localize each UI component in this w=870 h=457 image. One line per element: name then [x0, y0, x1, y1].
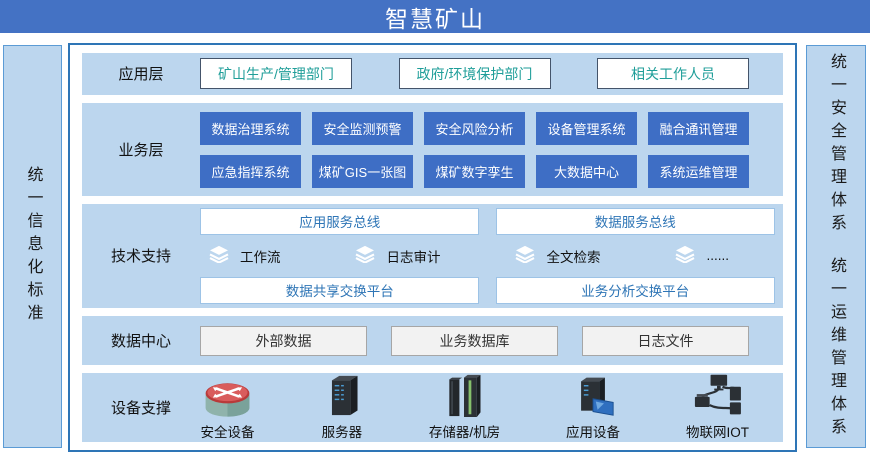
data-sharing-platform-box: 数据共享交换平台 — [200, 277, 479, 304]
external-data-box: 外部数据 — [200, 326, 367, 356]
business-btn-emergency-command: 应急指挥系统 — [200, 155, 301, 188]
tech-item-fulltext-search: 全文检索 — [514, 245, 600, 266]
application-layer-row: 应用层 矿山生产/管理部门 政府/环境保护部门 相关工作人员 — [82, 53, 783, 95]
title-banner: 智慧矿山 — [0, 0, 870, 33]
tech-support-content: 应用服务总线 数据服务总线 工作流 日志审计 全文检索 ... — [200, 208, 775, 304]
business-btn-safety-monitoring: 安全监测预警 — [312, 112, 413, 145]
tech-middle-items: 工作流 日志审计 全文检索 ...... — [200, 244, 775, 268]
business-btn-device-management: 设备管理系统 — [536, 112, 637, 145]
page-title: 智慧矿山 — [385, 0, 485, 34]
tech-item-label: ...... — [706, 248, 729, 263]
data-center-boxes: 外部数据 业务数据库 日志文件 — [200, 326, 749, 356]
iot-network-icon — [691, 374, 743, 418]
equipment-item-iot: 物联网IOT — [686, 374, 749, 441]
data-center-layer-row: 数据中心 外部数据 业务数据库 日志文件 — [82, 316, 783, 366]
service-bus-line: 应用服务总线 数据服务总线 — [200, 208, 775, 235]
tech-support-label: 技术支持 — [82, 245, 200, 266]
business-analysis-platform-box: 业务分析交换平台 — [496, 277, 775, 304]
server-icon — [321, 374, 363, 418]
tech-item-label: 全文检索 — [546, 246, 600, 266]
layers-icon — [514, 245, 536, 266]
business-btn-ops-management: 系统运维管理 — [648, 155, 749, 188]
application-layer-label: 应用层 — [82, 63, 200, 84]
business-btn-digital-twin: 煤矿数字孪生 — [424, 155, 525, 188]
app-service-bus-box: 应用服务总线 — [200, 208, 479, 235]
layers-icon — [354, 245, 376, 266]
equipment-item-security-device: 安全设备 — [200, 374, 255, 441]
equipment-item-label: 物联网IOT — [686, 421, 749, 441]
business-btn-risk-analysis: 安全风险分析 — [424, 112, 525, 145]
business-database-box: 业务数据库 — [391, 326, 558, 356]
equipment-item-label: 服务器 — [322, 421, 363, 441]
business-layer-row: 业务层 数据治理系统 安全监测预警 安全风险分析 设备管理系统 融合通讯管理 应… — [82, 103, 783, 196]
business-buttons: 数据治理系统 安全监测预警 安全风险分析 设备管理系统 融合通讯管理 应急指挥系… — [200, 112, 749, 188]
left-pillar-unified-info-standard: 统一信息化标准 — [3, 45, 62, 448]
storage-rack-icon — [442, 374, 486, 418]
right-pillar-label-ops: 统一运维管理体系 — [824, 257, 848, 441]
equipment-item-label: 安全设备 — [201, 421, 255, 441]
application-box-mine-production: 矿山生产/管理部门 — [200, 58, 352, 89]
firewall-router-icon — [200, 374, 255, 418]
equipment-layer-row: 设备支撑 安全设备 — [82, 373, 783, 442]
tech-item-label: 日志审计 — [386, 246, 440, 266]
application-boxes: 矿山生产/管理部门 政府/环境保护部门 相关工作人员 — [200, 58, 749, 89]
tech-item-log-audit: 日志审计 — [354, 245, 440, 266]
application-box-related-staff: 相关工作人员 — [597, 58, 749, 89]
equipment-item-label: 存储器/机房 — [429, 421, 500, 441]
tech-support-layer-row: 技术支持 应用服务总线 数据服务总线 工作流 日志审计 全文检索 — [82, 204, 783, 307]
right-pillar-management-systems: 统一安全管理体系 统一运维管理体系 — [806, 45, 866, 448]
business-layer-label: 业务层 — [82, 139, 200, 160]
business-btn-big-data-center: 大数据中心 — [536, 155, 637, 188]
business-row-2: 应急指挥系统 煤矿GIS一张图 煤矿数字孪生 大数据中心 系统运维管理 — [200, 155, 749, 188]
tech-item-workflow: 工作流 — [208, 245, 281, 266]
equipment-item-app-device: 应用设备 — [566, 374, 620, 441]
layers-icon — [674, 245, 696, 266]
log-files-box: 日志文件 — [582, 326, 749, 356]
equipment-item-server: 服务器 — [321, 374, 363, 441]
right-pillar-label-security: 统一安全管理体系 — [824, 53, 848, 237]
tech-item-label: 工作流 — [240, 246, 281, 266]
app-device-icon — [570, 374, 616, 418]
equipment-item-label: 应用设备 — [566, 421, 620, 441]
equipment-item-storage: 存储器/机房 — [429, 374, 500, 441]
business-row-1: 数据治理系统 安全监测预警 安全风险分析 设备管理系统 融合通讯管理 — [200, 112, 749, 145]
business-btn-data-governance: 数据治理系统 — [200, 112, 301, 145]
layers-icon — [208, 245, 230, 266]
left-pillar-label: 统一信息化标准 — [21, 166, 45, 327]
exchange-platform-line: 数据共享交换平台 业务分析交换平台 — [200, 277, 775, 304]
business-btn-comm-management: 融合通讯管理 — [648, 112, 749, 145]
data-center-label: 数据中心 — [82, 330, 200, 351]
equipment-items: 安全设备 服务器 — [200, 374, 749, 441]
data-service-bus-box: 数据服务总线 — [496, 208, 775, 235]
tech-item-more: ...... — [674, 245, 729, 266]
application-box-government-env: 政府/环境保护部门 — [399, 58, 551, 89]
architecture-frame: 应用层 矿山生产/管理部门 政府/环境保护部门 相关工作人员 业务层 数据治理系… — [68, 43, 797, 452]
equipment-label: 设备支撑 — [82, 397, 200, 418]
business-btn-gis-one-map: 煤矿GIS一张图 — [312, 155, 413, 188]
